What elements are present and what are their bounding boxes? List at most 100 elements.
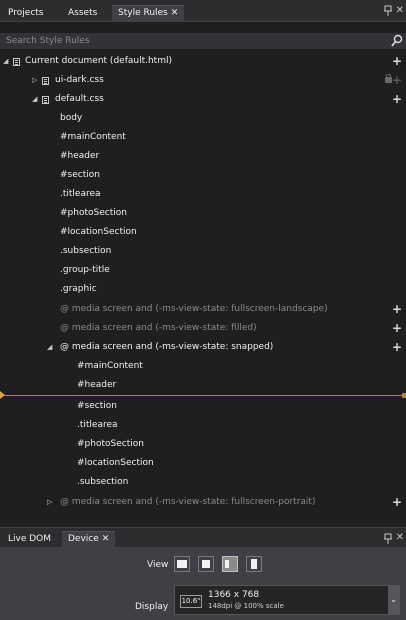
media-query-label: @ media screen and (-ms-view-state: full… (60, 497, 316, 507)
filled-icon (202, 560, 210, 568)
rule-selector: #mainContent (77, 361, 143, 371)
bottom-tab-bar: Live DOM Device ✕ ✕ (0, 527, 406, 547)
media-query-label: @ media screen and (-ms-view-state: full… (60, 304, 328, 314)
tab-projects[interactable]: Projects (2, 6, 49, 22)
rule-selector: #locationSection (77, 458, 154, 468)
snapped-icon (225, 560, 229, 568)
rule-selector: .titlearea (60, 189, 101, 199)
expanded-arrow-icon[interactable]: ◢ (32, 90, 37, 109)
view-filled-button[interactable] (198, 556, 214, 572)
tree-item-default-css[interactable]: ◢ default.css + (0, 90, 406, 109)
media-query-filled[interactable]: @ media screen and (-ms-view-state: fill… (0, 319, 406, 338)
rule-item[interactable]: #header (0, 147, 406, 166)
close-icon[interactable]: ✕ (102, 534, 110, 544)
pin-icon[interactable] (384, 533, 392, 544)
rule-selector: .graphic (60, 284, 97, 294)
rule-item[interactable]: #mainContent (0, 357, 406, 376)
top-tab-bar: Projects Assets Style Rules ✕ ✕ (0, 0, 406, 22)
tree-item-label: default.css (55, 94, 104, 104)
search-icon[interactable] (391, 34, 403, 48)
lock-icon (385, 74, 392, 83)
view-portrait-button[interactable] (246, 556, 262, 572)
search-bar (0, 33, 406, 49)
media-query-label: @ media screen and (-ms-view-state: snap… (60, 342, 274, 352)
chevron-down-icon[interactable]: ⌄ (388, 586, 399, 614)
stylesheet-icon (42, 96, 49, 104)
media-query-landscape[interactable]: @ media screen and (-ms-view-state: full… (0, 300, 406, 319)
tree-item-label: ui-dark.css (55, 75, 104, 85)
rule-selector: #section (60, 170, 100, 180)
rule-selector: .titlearea (77, 420, 118, 430)
rule-item[interactable]: #photoSection (0, 204, 406, 223)
pin-icon[interactable] (384, 5, 392, 16)
rule-item[interactable]: #locationSection (0, 223, 406, 242)
add-rule-icon[interactable]: + (392, 300, 402, 319)
add-rule-icon[interactable]: + (392, 338, 402, 357)
tree-item-ui-dark[interactable]: ▷ ui-dark.css + (0, 71, 406, 90)
rule-item[interactable]: #section (0, 166, 406, 185)
rule-selector: #header (60, 151, 100, 161)
rule-item[interactable]: #locationSection (0, 454, 406, 473)
rule-item[interactable]: .subsection (0, 242, 406, 261)
display-label: Display (135, 602, 169, 612)
insertion-end-marker (402, 393, 406, 398)
close-icon[interactable]: ✕ (171, 8, 179, 18)
rule-selector: .group-title (60, 265, 110, 275)
tab-projects-label: Projects (8, 8, 44, 18)
landscape-icon (177, 560, 187, 568)
search-input[interactable] (0, 33, 390, 49)
add-rule-icon[interactable]: + (392, 90, 402, 109)
rule-selector: #section (77, 401, 117, 411)
resolution-text: 1366 x 768 (208, 590, 260, 600)
expanded-arrow-icon[interactable]: ◢ (3, 52, 8, 71)
insertion-indicator-line (0, 395, 406, 396)
add-rule-icon[interactable]: + (392, 52, 402, 71)
style-rules-tree: ◢ Current document (default.html) + ▷ ui… (0, 52, 406, 510)
insertion-arrow-icon (0, 391, 5, 399)
stylesheet-icon (42, 77, 49, 85)
rule-selector: #header (77, 380, 117, 390)
tree-item-label: Current document (default.html) (25, 56, 172, 66)
media-query-portrait[interactable]: ▷ @ media screen and (-ms-view-state: fu… (0, 493, 406, 512)
rule-selector: #mainContent (60, 132, 126, 142)
add-rule-icon[interactable]: + (392, 319, 402, 338)
collapsed-arrow-icon[interactable]: ▷ (47, 493, 52, 512)
view-snapped-button[interactable] (222, 556, 238, 572)
collapsed-arrow-icon[interactable]: ▷ (32, 71, 37, 90)
tab-live-dom[interactable]: Live DOM (2, 532, 57, 548)
rule-item[interactable]: .subsection (0, 473, 406, 492)
rule-selector: .subsection (60, 246, 112, 256)
rule-item[interactable]: #photoSection (0, 435, 406, 454)
view-fullscreen-landscape-button[interactable] (174, 556, 190, 572)
expanded-arrow-icon[interactable]: ◢ (47, 338, 52, 357)
tab-assets[interactable]: Assets (62, 6, 103, 22)
rule-selector: #locationSection (60, 227, 137, 237)
rule-selector: .subsection (77, 477, 129, 487)
rule-item[interactable]: .titlearea (0, 416, 406, 435)
tab-live-dom-label: Live DOM (8, 534, 52, 544)
media-query-snapped[interactable]: ◢ @ media screen and (-ms-view-state: sn… (0, 338, 406, 357)
tree-item-current-document[interactable]: ◢ Current document (default.html) + (0, 52, 406, 71)
rule-item[interactable]: .titlearea (0, 185, 406, 204)
tab-device-label: Device (68, 534, 99, 544)
tab-device[interactable]: Device ✕ (62, 531, 116, 547)
rule-item[interactable]: #section (0, 397, 406, 416)
portrait-icon (251, 559, 257, 569)
dpi-scale-text: 148dpi @ 100% scale (208, 602, 284, 610)
document-icon (13, 58, 20, 66)
display-select[interactable]: 10.6" 1366 x 768 148dpi @ 100% scale ⌄ (174, 585, 400, 615)
rule-item[interactable]: #mainContent (0, 128, 406, 147)
rule-item[interactable]: .graphic (0, 280, 406, 299)
rule-selector: #photoSection (77, 439, 144, 449)
rule-item[interactable]: #header (0, 376, 406, 395)
device-panel: View Display 10.6" 1366 x 768 148dpi @ 1… (0, 547, 406, 620)
panel-close-icon[interactable]: ✕ (396, 532, 404, 543)
add-rule-icon[interactable]: + (392, 493, 402, 512)
panel-close-icon[interactable]: ✕ (396, 5, 404, 16)
rule-selector: #photoSection (60, 208, 127, 218)
rule-item[interactable]: .group-title (0, 261, 406, 280)
tab-style-rules-label: Style Rules (118, 8, 168, 18)
rule-item[interactable]: body (0, 109, 406, 128)
view-label: View (147, 560, 169, 570)
tab-style-rules[interactable]: Style Rules ✕ (112, 5, 185, 22)
